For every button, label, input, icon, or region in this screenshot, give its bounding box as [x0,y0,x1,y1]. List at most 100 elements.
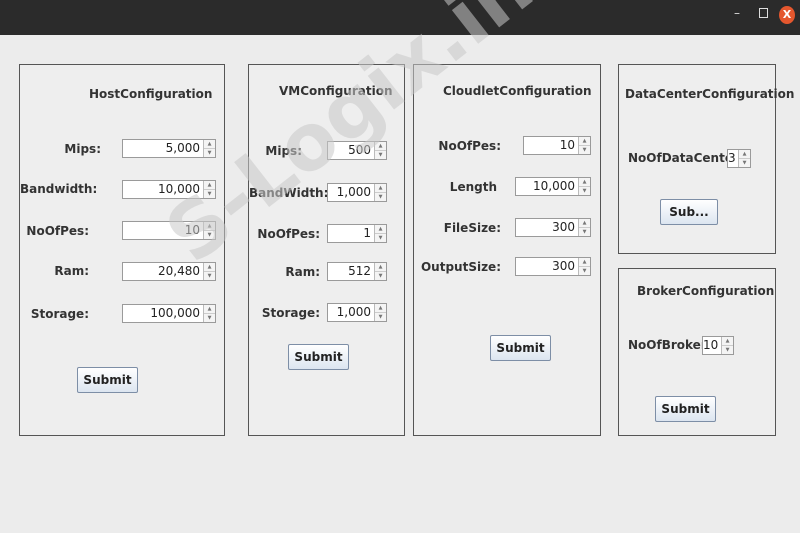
spinner-value: 10 [559,138,575,152]
datacenter-submit-button[interactable]: Sub... [660,199,718,225]
cloudlet-submit-button[interactable]: Submit [490,335,551,361]
vm-pes-spinner[interactable]: 1 ▲ ▼ [327,224,387,243]
spinner-up-icon[interactable]: ▲ [204,222,215,231]
spinner-up-icon[interactable]: ▲ [375,142,386,151]
ram-label: Ram: [285,265,320,279]
panel-title: CloudletConfiguration [443,84,592,98]
storage-label: Storage: [261,306,320,320]
spinner-value: 1 [363,226,371,240]
filesize-label: FileSize: [443,221,501,235]
broker-count-spinner[interactable]: 10 ▲ ▼ [702,336,734,355]
host-pes-spinner[interactable]: 10 ▲ ▼ [122,221,216,240]
spinner-value: 10 [184,223,200,237]
spinner-value: 500 [348,143,371,157]
spinner-down-icon[interactable]: ▼ [579,267,590,275]
spinner-value: 512 [348,264,371,278]
mips-label: Mips: [64,142,101,156]
mips-label: Mips: [265,144,302,158]
cloudlet-filesize-spinner[interactable]: 300 ▲ ▼ [515,218,591,237]
spinner-up-icon[interactable]: ▲ [375,304,386,313]
spinner-up-icon[interactable]: ▲ [579,219,590,228]
spinner-value: 10,000 [533,179,575,193]
spinner-value: 1,000 [336,305,371,319]
vm-storage-spinner[interactable]: 1,000 ▲ ▼ [327,303,387,322]
close-button[interactable]: X [779,6,795,24]
pes-label: NoOfPes: [438,139,501,153]
spinner-down-icon[interactable]: ▼ [375,234,386,242]
spinner-down-icon[interactable]: ▼ [204,149,215,157]
bandwidth-label: BandWidth: [249,186,329,200]
spinner-up-icon[interactable]: ▲ [204,305,215,314]
spinner-down-icon[interactable]: ▼ [579,187,590,195]
spinner-value: 10 [703,338,719,352]
broker-submit-button[interactable]: Submit [655,396,716,422]
panel-title: HostConfiguration [89,87,213,101]
ram-label: Ram: [54,264,89,278]
host-submit-button[interactable]: Submit [77,367,138,393]
spinner-up-icon[interactable]: ▲ [375,263,386,272]
spinner-value: 3 [728,151,736,165]
spinner-down-icon[interactable]: ▼ [375,151,386,159]
broker-configuration-panel: BrokerConfiguration NoOfBroker 10 ▲ ▼ Sub… [618,268,776,436]
cloudlet-length-spinner[interactable]: 10,000 ▲ ▼ [515,177,591,196]
spinner-down-icon[interactable]: ▼ [204,272,215,280]
spinner-down-icon[interactable]: ▼ [204,231,215,239]
spinner-up-icon[interactable]: ▲ [204,140,215,149]
spinner-down-icon[interactable]: ▼ [375,193,386,201]
cloudlet-pes-spinner[interactable]: 10 ▲ ▼ [523,136,591,155]
host-configuration-panel: HostConfiguration Mips: 5,000 ▲ ▼ Bandwid… [19,64,225,436]
spinner-up-icon[interactable]: ▲ [579,258,590,267]
host-ram-spinner[interactable]: 20,480 ▲ ▼ [122,262,216,281]
spinner-down-icon[interactable]: ▼ [375,272,386,280]
cloudlet-configuration-panel: CloudletConfiguration NoOfPes: 10 ▲ ▼ Len… [413,64,601,436]
bandwidth-label: Bandwidth: [20,182,98,196]
spinner-up-icon[interactable]: ▲ [739,150,750,159]
pes-label: NoOfPes: [26,224,89,238]
vm-submit-button[interactable]: Submit [288,344,349,370]
spinner-up-icon[interactable]: ▲ [375,225,386,234]
spinner-up-icon[interactable]: ▲ [722,337,733,346]
spinner-value: 1,000 [336,185,371,199]
spinner-value: 100,000 [150,306,200,320]
datacenter-count-label: NoOfDataCenter [628,151,739,165]
vm-bandwidth-spinner[interactable]: 1,000 ▲ ▼ [327,183,387,202]
spinner-down-icon[interactable]: ▼ [204,314,215,322]
spinner-value: 5,000 [165,141,200,155]
panel-title: VMConfiguration [279,84,393,98]
cloudlet-outputsize-spinner[interactable]: 300 ▲ ▼ [515,257,591,276]
window-titlebar: – X [0,0,800,35]
spinner-up-icon[interactable]: ▲ [204,181,215,190]
storage-label: Storage: [30,307,89,321]
spinner-down-icon[interactable]: ▼ [722,346,733,354]
broker-count-label: NoOfBroker [628,338,707,352]
spinner-value: 10,000 [158,182,200,196]
spinner-up-icon[interactable]: ▲ [579,137,590,146]
spinner-down-icon[interactable]: ▼ [204,190,215,198]
panel-title: DataCenterConfiguration [625,87,795,101]
pes-label: NoOfPes: [257,227,320,241]
spinner-value: 300 [552,220,575,234]
maximize-icon [758,8,768,18]
maximize-button[interactable] [756,6,770,21]
datacenter-count-spinner[interactable]: 3 ▲ ▼ [727,149,751,168]
datacenter-configuration-panel: DataCenterConfiguration NoOfDataCenter 3… [618,64,794,254]
spinner-up-icon[interactable]: ▲ [204,263,215,272]
outputsize-label: OutputSize: [420,260,501,274]
spinner-up-icon[interactable]: ▲ [375,184,386,193]
vm-configuration-panel: VMConfiguration Mips: 500 ▲ ▼ BandWidth: … [248,64,405,436]
spinner-down-icon[interactable]: ▼ [579,146,590,154]
length-label: Length [449,180,497,194]
spinner-value: 300 [552,259,575,273]
spinner-up-icon[interactable]: ▲ [579,178,590,187]
spinner-value: 20,480 [158,264,200,278]
vm-mips-spinner[interactable]: 500 ▲ ▼ [327,141,387,160]
host-mips-spinner[interactable]: 5,000 ▲ ▼ [122,139,216,158]
host-bandwidth-spinner[interactable]: 10,000 ▲ ▼ [122,180,216,199]
vm-ram-spinner[interactable]: 512 ▲ ▼ [327,262,387,281]
panel-title: BrokerConfiguration [637,284,775,298]
spinner-down-icon[interactable]: ▼ [375,313,386,321]
host-storage-spinner[interactable]: 100,000 ▲ ▼ [122,304,216,323]
spinner-down-icon[interactable]: ▼ [579,228,590,236]
spinner-down-icon[interactable]: ▼ [739,159,750,167]
minimize-button[interactable]: – [730,6,744,20]
